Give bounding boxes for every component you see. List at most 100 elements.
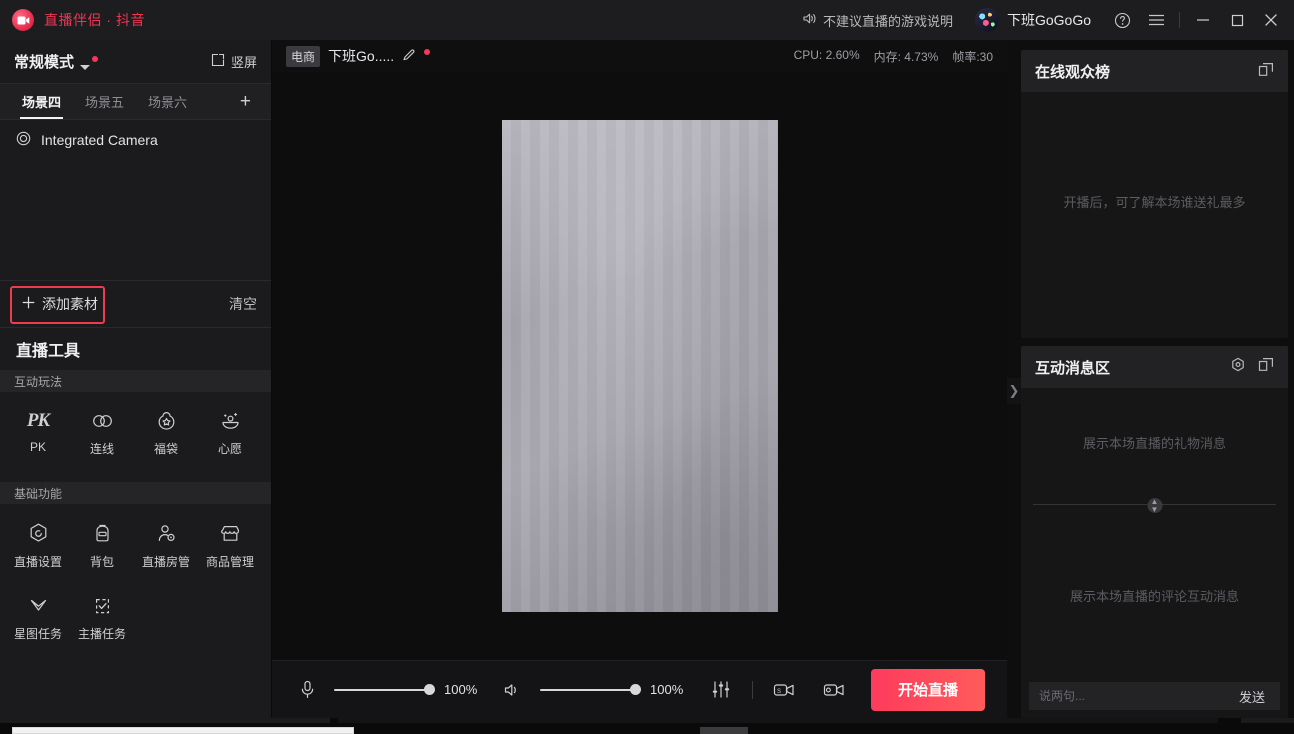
slider-track xyxy=(334,688,434,691)
camera-source-icon xyxy=(16,131,31,149)
minimize-icon[interactable] xyxy=(1186,0,1220,40)
portrait-screen-icon xyxy=(211,53,225,70)
tool-lucky-bag[interactable]: 福袋 xyxy=(134,402,198,474)
tool-label: 福袋 xyxy=(153,442,178,456)
clear-button[interactable]: 清空 xyxy=(229,294,257,314)
source-actions: 添加素材 清空 xyxy=(0,280,271,328)
tool-link[interactable]: 连线 xyxy=(70,402,134,474)
bottom-segment-right xyxy=(1241,718,1294,723)
popout-window-icon[interactable] xyxy=(1258,62,1274,81)
tool-label: 连线 xyxy=(89,442,114,456)
help-circle-icon[interactable] xyxy=(1105,0,1139,40)
pencil-edit-icon[interactable] xyxy=(402,48,416,65)
lucky-bag-icon xyxy=(155,410,178,432)
microphone-icon[interactable] xyxy=(294,677,320,703)
mic-volume-group: 100% xyxy=(334,682,480,697)
interaction-messages-header: 互动消息区 xyxy=(1021,346,1288,388)
user-account[interactable]: 下班GoGoGo xyxy=(974,8,1091,32)
scene-tab-1[interactable]: 场景四 xyxy=(10,84,73,119)
room-title: 下班Go..... xyxy=(328,48,395,64)
panel-resize-handle[interactable]: ▲ ▼ xyxy=(1147,497,1162,513)
mode-new-dot xyxy=(92,56,99,62)
mic-volume-slider[interactable] xyxy=(334,683,435,697)
app-title: 直播伴侣 · 抖音 xyxy=(44,12,145,28)
frame-rate: 帧率:30 xyxy=(952,49,993,64)
center-panel: 电商 下班Go..... CPU: 2.60% 内存: 4.73% 帧率:30 xyxy=(272,40,1007,718)
audio-mixer-icon[interactable] xyxy=(708,677,734,703)
chat-input[interactable] xyxy=(1029,682,1224,710)
live-tools-title: 直播工具 xyxy=(16,343,81,360)
game-notice-label: 不建议直播的游戏说明 xyxy=(822,13,953,29)
maximize-icon[interactable] xyxy=(1220,0,1254,40)
chevron-right-icon[interactable]: ❯ xyxy=(1007,378,1021,404)
popout-window-icon[interactable] xyxy=(1258,357,1274,377)
mode-selector[interactable]: 常规模式 xyxy=(14,51,99,72)
add-scene-button[interactable]: + xyxy=(230,84,261,119)
tool-host-task[interactable]: 主播任务 xyxy=(70,586,134,658)
tool-star-chart[interactable]: 星图任务 xyxy=(6,586,70,658)
tool-pk[interactable]: PK PK xyxy=(6,402,70,474)
speaker-volume-icon[interactable] xyxy=(500,677,526,703)
list-item[interactable]: Integrated Camera xyxy=(0,124,271,156)
scene-tabs: 场景四 场景五 场景六 + xyxy=(0,84,271,120)
scene-tab-3[interactable]: 场景六 xyxy=(136,84,199,119)
slider-knob[interactable] xyxy=(424,684,435,695)
link-rings-icon xyxy=(91,410,114,432)
game-notice-link[interactable]: 不建议直播的游戏说明 xyxy=(803,11,953,30)
background-taskbar-tile xyxy=(700,727,748,734)
tool-wish[interactable]: 心愿 xyxy=(198,402,262,474)
add-material-label: 添加素材 xyxy=(42,296,98,312)
comment-messages-placeholder: 展示本场直播的评论互动消息 xyxy=(1069,589,1239,604)
tool-label: 背包 xyxy=(89,555,114,569)
speaker-icon xyxy=(803,12,818,28)
send-button[interactable]: 发送 xyxy=(1224,682,1280,710)
bottom-segment-left xyxy=(0,718,330,723)
slider-knob[interactable] xyxy=(630,684,641,695)
cpu-usage: CPU: 2.60% xyxy=(793,47,860,62)
performance-stats: CPU: 2.60% 内存: 4.73% 帧率:30 xyxy=(794,48,993,65)
settings-gear-icon xyxy=(27,522,50,545)
mode-row: 常规模式 竖屏 xyxy=(0,40,271,84)
tool-label: 心愿 xyxy=(217,442,242,456)
tool-label: 商品管理 xyxy=(205,555,254,569)
tool-room-admin[interactable]: 直播房管 xyxy=(134,514,198,586)
left-sidebar: 常规模式 竖屏 场景四 场景五 场景六 + Integrated Camera … xyxy=(0,40,272,718)
tool-backpack[interactable]: 背包 xyxy=(70,514,134,586)
speaker-volume-value: 100% xyxy=(650,682,684,697)
pk-icon: PK xyxy=(26,410,50,431)
preview-area[interactable] xyxy=(272,72,1007,660)
camera-toggle-icon[interactable] xyxy=(821,677,847,703)
speaker-volume-slider[interactable] xyxy=(540,683,641,697)
stream-info-bar: 电商 下班Go..... CPU: 2.60% 内存: 4.73% 帧率:30 xyxy=(272,40,1007,72)
interaction-messages-panel: 互动消息区 展示本场直播的礼物消息 ▲ ▼ 展示本场直播的评论互动消息 说两句.… xyxy=(1021,346,1288,718)
settings-hex-icon[interactable] xyxy=(1230,357,1246,377)
screen-orientation-toggle[interactable]: 竖屏 xyxy=(211,52,257,71)
chevron-down-icon xyxy=(80,62,91,72)
online-viewers-panel: 在线观众榜 开播后，可了解本场谁送礼最多 xyxy=(1021,50,1288,338)
memory-usage: 内存: 4.73% xyxy=(873,49,939,64)
avatar xyxy=(974,8,999,32)
backpack-icon xyxy=(91,522,114,545)
screen-share-icon[interactable]: S xyxy=(771,677,797,703)
tool-grid-interactive: PK PK 连线 福袋 心愿 xyxy=(0,392,271,474)
tool-live-settings[interactable]: 直播设置 xyxy=(6,514,70,586)
tool-label: PK xyxy=(29,440,46,454)
close-icon[interactable] xyxy=(1254,0,1288,40)
panel-title: 互动消息区 xyxy=(1035,359,1111,377)
tool-label: 主播任务 xyxy=(77,627,126,641)
start-live-button[interactable]: 开始直播 xyxy=(871,668,985,711)
live-companion-window: 直播伴侣 · 抖音 不建议直播的游戏说明 下班GoGoGo 常规模式 竖屏 场景… xyxy=(0,0,1294,734)
tool-label: 直播设置 xyxy=(13,555,62,569)
speaker-volume-group: 100% xyxy=(540,682,686,697)
video-preview-canvas[interactable] xyxy=(501,120,778,612)
background-window-edge xyxy=(12,727,354,734)
tool-product-management[interactable]: 商品管理 xyxy=(198,514,262,586)
shop-icon xyxy=(219,522,242,545)
tool-label: 星图任务 xyxy=(13,627,62,641)
bottom-segment-center xyxy=(338,718,1218,723)
add-material-button[interactable]: 添加素材 xyxy=(14,288,108,320)
scene-tab-2[interactable]: 场景五 xyxy=(73,84,136,119)
hamburger-menu-icon[interactable] xyxy=(1139,0,1173,40)
group-header-interactive: 互动玩法 xyxy=(0,370,271,392)
source-list: Integrated Camera xyxy=(0,120,271,280)
